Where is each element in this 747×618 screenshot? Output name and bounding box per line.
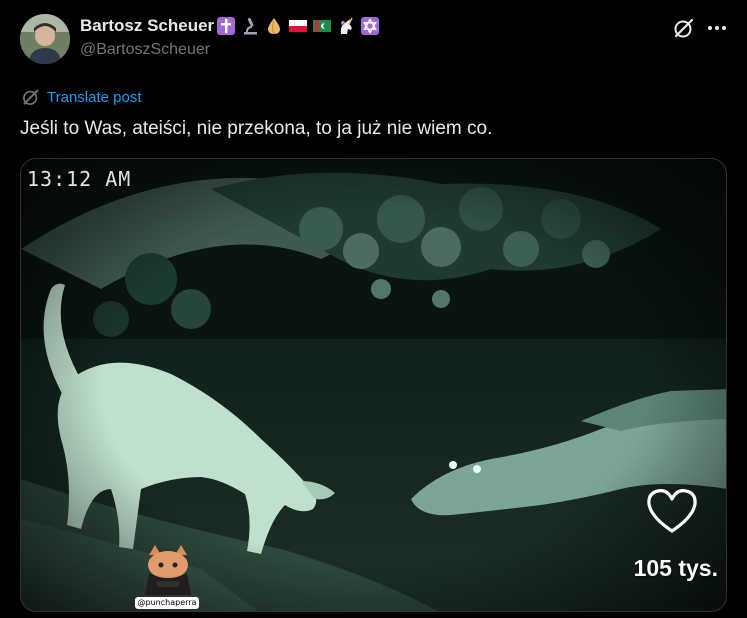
author-emojis xyxy=(216,16,384,36)
post: Bartosz Scheuer @BartoszScheuer Translat… xyxy=(0,0,747,618)
watermark-mascot-icon xyxy=(145,545,191,595)
translate-icon xyxy=(23,89,39,105)
translate-post-label: Translate post xyxy=(47,88,142,106)
video-player[interactable]: 13:12 AM @punchaperra 105 tys. xyxy=(20,158,727,612)
watermark: @punchaperra xyxy=(135,543,205,609)
like-heart-icon[interactable] xyxy=(645,487,699,535)
translate-post-button[interactable]: Translate post xyxy=(21,87,142,107)
video-frame xyxy=(21,159,726,611)
turkmenistan-flag-icon xyxy=(312,16,332,36)
author-display-name[interactable]: Bartosz Scheuer xyxy=(80,16,214,36)
author-handle[interactable]: @BartoszScheuer xyxy=(80,41,384,59)
latin-cross-icon xyxy=(216,16,236,36)
grok-icon[interactable] xyxy=(672,16,696,40)
avatar[interactable] xyxy=(20,14,70,64)
author-block: Bartosz Scheuer @BartoszScheuer xyxy=(80,14,384,59)
star-of-david-icon xyxy=(360,16,380,36)
microscope-icon xyxy=(240,16,260,36)
post-text: Jeśli to Was, ateiści, nie przekona, to … xyxy=(20,118,493,139)
avatar-image xyxy=(20,14,70,64)
onion-icon xyxy=(264,16,284,36)
more-options-icon[interactable] xyxy=(704,16,730,40)
video-timestamp: 13:12 AM xyxy=(27,167,132,191)
watermark-label: @punchaperra xyxy=(135,597,199,609)
unicorn-icon xyxy=(336,16,356,36)
poland-flag-icon xyxy=(288,16,308,36)
like-count: 105 tys. xyxy=(633,555,718,581)
